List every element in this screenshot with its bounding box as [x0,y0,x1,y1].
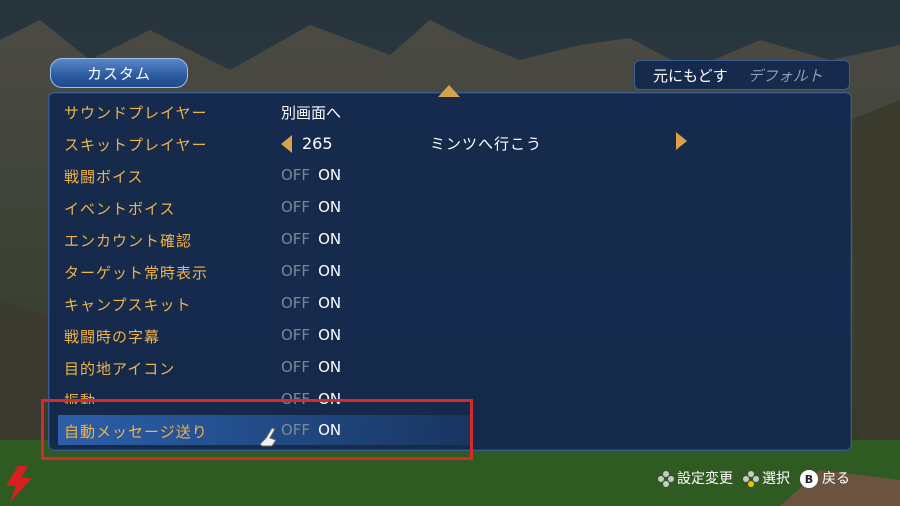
highlight-box [41,399,473,460]
select-hint: 選択 [743,468,790,488]
row-camp-skit[interactable]: キャンプスキット OFF ON [58,288,848,318]
row-event-voice[interactable]: イベントボイス OFF ON [58,192,848,222]
on-option[interactable]: ON [318,198,341,216]
left-arrow-icon[interactable] [281,134,292,153]
row-label: エンカウント確認 [64,232,193,250]
row-label: サウンドプレイヤー [64,104,208,122]
on-option[interactable]: ON [318,262,341,280]
row-battle-subtitles[interactable]: 戦闘時の字幕 OFF ON [58,320,848,350]
row-destination-icon[interactable]: 目的地アイコン OFF ON [58,352,848,382]
revert-button[interactable]: 元にもどす [653,65,728,86]
select-label: 選択 [762,470,790,487]
hand-cursor-icon [259,427,277,447]
row-label: スキットプレイヤー [64,136,208,154]
row-label: 戦闘時の字幕 [64,328,161,346]
dpad-buttons-icon [658,470,674,487]
row-sound-player[interactable]: サウンドプレイヤー 別画面へ [58,96,848,126]
row-label: ターゲット常時表示 [64,264,209,282]
off-option[interactable]: OFF [281,230,310,248]
off-option[interactable]: OFF [281,326,310,344]
off-option[interactable]: OFF [281,198,310,216]
row-label: キャンプスキット [64,296,192,314]
row-encount-confirm[interactable]: エンカウント確認 OFF ON [58,224,848,254]
right-arrow-icon[interactable] [676,132,687,150]
top-actions: 元にもどす デフォルト [634,60,850,90]
default-button[interactable]: デフォルト [748,65,823,86]
on-option[interactable]: ON [318,358,341,376]
row-target-display[interactable]: ターゲット常時表示 OFF ON [58,256,848,286]
on-option[interactable]: ON [318,230,341,248]
row-label: 戦闘ボイス [64,168,144,186]
button-guide: 設定変更 選択 B 戻る [658,468,850,488]
off-option[interactable]: OFF [281,166,310,184]
row-battle-voice[interactable]: 戦闘ボイス OFF ON [58,160,848,190]
on-option[interactable]: ON [318,166,341,184]
row-value[interactable]: 別画面へ [281,102,341,123]
lightning-logo-icon [6,466,32,502]
skit-title: ミンツへ行こう [430,135,543,153]
off-option[interactable]: OFF [281,294,310,312]
face-buttons-icon [743,470,759,487]
skit-selector[interactable]: 265 [281,134,333,153]
custom-tab-title: カスタム [50,58,188,88]
change-label: 設定変更 [677,470,733,487]
row-label: イベントボイス [64,200,176,218]
b-button-icon: B [800,470,818,488]
change-hint: 設定変更 [658,468,733,488]
on-option[interactable]: ON [318,326,341,344]
back-label: 戻る [822,470,850,487]
off-option[interactable]: OFF [281,358,310,376]
row-label: 目的地アイコン [64,360,176,378]
on-option[interactable]: ON [318,294,341,312]
skit-number: 265 [302,134,333,153]
off-option[interactable]: OFF [281,262,310,280]
back-hint: B 戻る [800,468,850,488]
